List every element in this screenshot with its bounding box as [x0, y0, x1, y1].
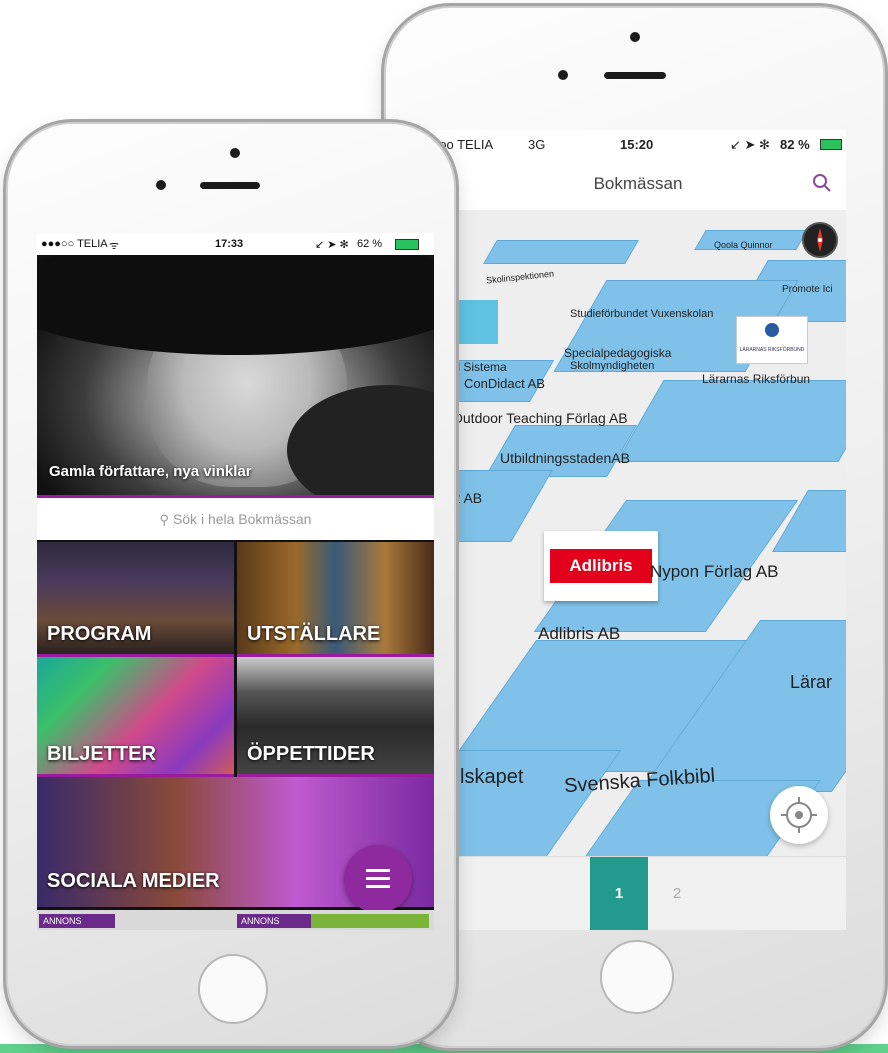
search-bar[interactable]: ⚲ Sök i hela Bokmässan	[37, 498, 434, 540]
tile-label: PROGRAM	[47, 623, 152, 645]
ad-label[interactable]: ANNONS	[237, 914, 311, 928]
wifi-icon: ᯤ	[109, 240, 120, 252]
status-bar: ●●●○○ TELIA ᯤ 17:33 ↙ ➤ ✻ 62 %	[37, 233, 434, 255]
globe-icon	[765, 323, 779, 337]
tile-program[interactable]: PROGRAM	[37, 542, 234, 657]
home-screen: ●●●○○ TELIA ᯤ 17:33 ↙ ➤ ✻ 62 % Gamla för…	[37, 233, 434, 930]
hero-banner[interactable]: Gamla författare, nya vinklar	[37, 255, 434, 498]
nav-bar: ‹ Bokmässan	[430, 156, 846, 211]
page-2-button[interactable]: 2	[648, 857, 706, 930]
map-label: Adlibris AB	[538, 624, 621, 643]
location-icon: ↙ ➤ ✻	[315, 239, 349, 251]
lararnas-logo: LÄRARNAS RIKSFÖRBUND	[736, 316, 808, 364]
status-bar: ooo TELIA 3G 15:20 ↙ ➤ ✻ 82 %	[430, 130, 846, 156]
map-label: Qoola Quinnor	[714, 240, 773, 250]
tile-utstallare[interactable]: UTSTÄLLARE	[237, 542, 434, 657]
compass-icon[interactable]	[802, 222, 838, 258]
locate-me-button[interactable]	[770, 786, 828, 844]
home-button[interactable]	[600, 940, 674, 1014]
search-icon: ⚲	[159, 512, 170, 527]
map-booth[interactable]	[616, 380, 846, 462]
earpiece-speaker	[604, 72, 666, 79]
ad-strip: ANNONS ANNONS	[37, 910, 434, 930]
clock-label: 17:33	[215, 238, 244, 250]
map-label: Lärarnas Riksförbun	[702, 372, 811, 386]
front-camera	[230, 148, 240, 158]
front-camera	[630, 32, 640, 42]
map-screen: ooo TELIA 3G 15:20 ↙ ➤ ✻ 82 % ‹ Bokmässa…	[430, 130, 846, 930]
front-phone: ●●●○○ TELIA ᯤ 17:33 ↙ ➤ ✻ 62 % Gamla för…	[8, 124, 454, 1044]
battery-label: 62 %	[357, 238, 383, 250]
map-label: ConDidact AB	[464, 376, 545, 391]
search-icon[interactable]	[812, 173, 832, 198]
page-1-button[interactable]: 1	[590, 857, 648, 930]
nav-title: Bokmässan	[593, 174, 683, 193]
floor-map[interactable]: ita LÄRARNAS RIKSFÖRBUND Skolinspektione…	[430, 210, 846, 856]
map-label: Lärar	[790, 672, 833, 692]
battery-icon	[395, 239, 419, 250]
sensor-dot	[558, 70, 568, 80]
tile-label: UTSTÄLLARE	[247, 623, 381, 645]
network-label: 3G	[528, 137, 546, 152]
tile-label: ÖPPETTIDER	[247, 743, 375, 765]
search-placeholder: Sök i hela Bokmässan	[172, 511, 312, 527]
hat-shape	[37, 255, 434, 355]
tile-biljetter[interactable]: BILJETTER	[37, 657, 234, 777]
tile-label: SOCIALA MEDIER	[47, 870, 220, 892]
floor-pager: 1 2	[430, 856, 846, 930]
map-label: Specialpedagogiska	[564, 346, 672, 360]
home-button[interactable]	[198, 954, 268, 1024]
back-phone: ooo TELIA 3G 15:20 ↙ ➤ ✻ 82 % ‹ Bokmässa…	[386, 8, 883, 1046]
map-label: Outdoor Teaching Förlag AB	[452, 410, 628, 426]
location-icon: ↙ ➤ ✻	[730, 137, 770, 152]
map-label: UtbildningsstadenAB	[500, 450, 630, 466]
map-label: Studieförbundet Vuxenskolan	[570, 308, 714, 320]
hamburger-menu-icon[interactable]	[344, 845, 412, 913]
tile-label: BILJETTER	[47, 743, 156, 765]
earpiece-speaker	[200, 182, 260, 189]
adlibris-logo[interactable]: Adlibris	[544, 531, 658, 601]
hero-title: Gamla författare, nya vinklar	[49, 463, 252, 480]
map-label: Promote Ici	[782, 284, 833, 295]
carrier-label: ●●●○○ TELIA	[41, 238, 108, 250]
sensor-dot	[156, 180, 166, 190]
battery-label: 82 %	[780, 137, 810, 152]
map-label: Nypon Förlag AB	[650, 562, 779, 581]
tile-oppettider[interactable]: ÖPPETTIDER	[237, 657, 434, 777]
clock-label: 15:20	[620, 137, 654, 152]
ad-banner[interactable]	[311, 914, 429, 928]
ad-label[interactable]: ANNONS	[39, 914, 115, 928]
map-label: Skolinspektionen	[485, 268, 555, 286]
map-label: Skolmyndigheten	[570, 360, 655, 372]
battery-icon	[820, 139, 842, 150]
map-booth[interactable]	[483, 240, 639, 264]
